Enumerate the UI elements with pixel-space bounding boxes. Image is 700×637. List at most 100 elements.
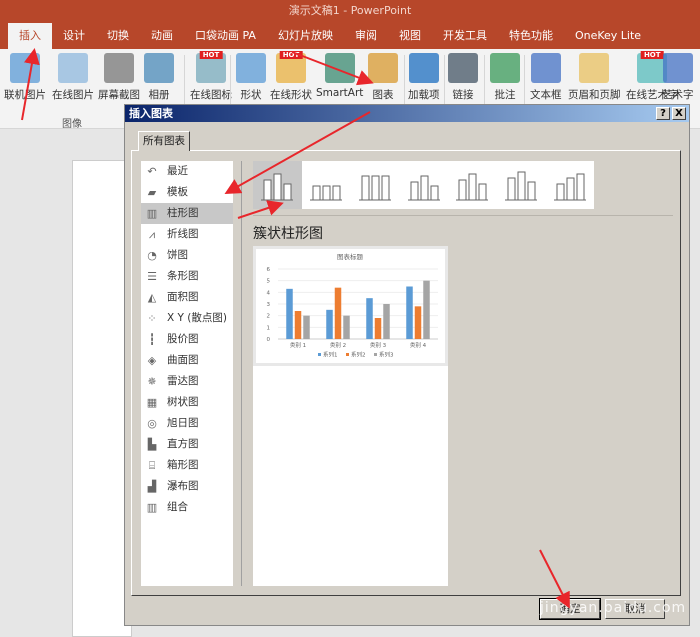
chart-category-label: 股价图 [167, 333, 199, 345]
chart-category-icon: ▙ [147, 437, 157, 451]
chart-category-item[interactable]: ⁘ X Y (散点图) [141, 308, 233, 329]
chart-subtype-option[interactable] [448, 161, 497, 209]
tab-7[interactable]: 视图 [388, 23, 432, 49]
tab-3[interactable]: 动画 [140, 23, 184, 49]
album-button[interactable]: 相册 [144, 53, 174, 102]
online-picture-button[interactable]: 联机图片 [4, 53, 46, 102]
tab-6[interactable]: 审阅 [344, 23, 388, 49]
chart-category-icon: ▥ [146, 500, 158, 514]
ribbon-tabs: 插入 设计 切换 动画 口袋动画 PA 幻灯片放映 审阅 视图 开发工具 特色功能 OneKey L… [0, 22, 700, 49]
chart-category-label: X Y (散点图) [167, 312, 227, 324]
button-label: 屏幕截图 [98, 89, 140, 101]
bar-系列2-类别 3 [374, 318, 382, 339]
chart-icon [368, 53, 398, 83]
chart-category-icon: ▦ [146, 395, 158, 409]
chart-subtype-option[interactable] [302, 161, 351, 209]
chart-subtype-option[interactable] [350, 161, 399, 209]
chart-category-item[interactable]: ✵ 雷达图 [141, 371, 233, 392]
help-button[interactable]: ? [656, 107, 670, 120]
chart-subtype-option[interactable] [545, 161, 594, 209]
chart-title: 图表标题 [337, 252, 364, 261]
chart-category-item[interactable]: ▥ 组合 [141, 497, 233, 518]
bar-系列1-类别 2 [326, 309, 333, 339]
tab-10[interactable]: OneKey Lite [564, 23, 652, 49]
column-chart-icon [261, 173, 294, 201]
button-label: 在线图标 [190, 89, 232, 101]
chart-category-item[interactable]: ▟ 瀑布图 [141, 476, 233, 497]
tab-1[interactable]: 设计 [52, 23, 96, 49]
chart-subtype-option[interactable] [497, 161, 546, 209]
dialog-title: 插入图表 [129, 107, 173, 120]
header-footer-button[interactable]: 页眉和页脚 [568, 53, 621, 102]
legend-label: 系列2 [351, 351, 366, 359]
link-button[interactable]: 链接 [448, 53, 478, 102]
button-label: 在线形状 [270, 89, 312, 101]
chart-category-item[interactable]: ☰ 条形图 [141, 266, 233, 287]
bar-系列2-类别 4 [414, 306, 422, 339]
comment-button[interactable]: 批注 [490, 53, 520, 102]
tab-4[interactable]: 口袋动画 PA [184, 23, 267, 49]
chart-category-icon: ▰ [147, 185, 157, 199]
smartart-button[interactable]: SmartArt [316, 53, 363, 99]
chart-category-label: 雷达图 [167, 375, 199, 387]
chart-category-icon: ⌸ [148, 458, 156, 472]
chart-preview[interactable]: 图表标题 0 1 2 3 4 5 6 类别 1 类别 2 类别 3 类别 4 系列1 系列2 系列3 [253, 246, 448, 366]
close-button[interactable]: X [672, 107, 686, 120]
tab-9[interactable]: 特色功能 [498, 23, 564, 49]
tab-2[interactable]: 切换 [96, 23, 140, 49]
slide-thumbnail[interactable] [72, 160, 132, 637]
textbox-icon [530, 53, 561, 83]
chart-category-item[interactable]: ┇ 股价图 [141, 329, 233, 350]
chart-category-item[interactable]: ⩘ 折线图 [141, 224, 233, 245]
chart-category-icon: ◈ [147, 353, 157, 367]
online-button[interactable]: HOT 在线图标 [190, 51, 232, 102]
tab-0[interactable]: 插入 [8, 23, 52, 49]
chart-category-item[interactable]: ▦ 树状图 [141, 392, 233, 413]
shapes-icon [236, 53, 266, 83]
chart-category-item[interactable]: ▰ 模板 [141, 182, 233, 203]
chart-subtype-option[interactable] [253, 161, 302, 209]
textbox-button[interactable]: 文本框 [530, 53, 562, 102]
chart-category-item[interactable]: ⌸ 箱形图 [141, 455, 233, 476]
bar-系列1-类别 1 [286, 288, 293, 339]
y-tick-label: 2 [267, 314, 271, 320]
comment-icon [490, 53, 520, 83]
y-tick-label: 1 [267, 325, 271, 331]
chart-category-item[interactable]: ◔ 饼图 [141, 245, 233, 266]
tab-all-charts[interactable]: 所有图表 [138, 131, 190, 151]
column-chart-icon [456, 173, 489, 201]
shapes-button[interactable]: 形状 [236, 53, 266, 102]
chart-button[interactable]: 图表 [368, 53, 398, 102]
legend-swatch [346, 353, 349, 356]
x-tick-label: 类别 4 [410, 341, 427, 349]
button-label: 图表 [372, 89, 394, 101]
x-tick-label: 类别 1 [290, 341, 306, 349]
chart-category-icon: ▟ [147, 479, 157, 493]
chart-category-icon: ↶ [147, 164, 157, 178]
chart-category-item[interactable]: ◈ 曲面图 [141, 350, 233, 371]
wordart-button[interactable]: 艺术字 [662, 53, 694, 102]
chart-category-label: 瀑布图 [167, 480, 199, 492]
chart-category-item[interactable]: ↶ 最近 [141, 161, 233, 182]
tab-5[interactable]: 幻灯片放映 [267, 23, 344, 49]
chart-category-item[interactable]: ◎ 旭日图 [141, 413, 233, 434]
chart-category-icon: ⁘ [147, 311, 157, 325]
chart-category-item[interactable]: ▥ 柱形图 [141, 203, 233, 224]
hot-badge: HOT [640, 51, 664, 59]
y-tick-label: 6 [267, 267, 271, 273]
cloud-picture-button[interactable]: 在线图片 [52, 53, 94, 102]
button-label: 文本框 [530, 89, 562, 101]
chart-category-item[interactable]: ◭ 面积图 [141, 287, 233, 308]
chart-subtype-option[interactable] [399, 161, 448, 209]
screenshot-button[interactable]: 屏幕截图 [98, 53, 140, 102]
chart-category-label: 曲面图 [167, 354, 199, 366]
chart-category-list[interactable]: ↶ 最近 ▰ 模板 ▥ 柱形图 ⩘ 折线图 ◔ 饼图 ☰ 条形图 ◭ 面积图 ⁘ X Y (散点图) ┇ 股价图 ◈… [141, 161, 233, 586]
online-shapes-button[interactable]: HOT 在线形状 [270, 51, 312, 102]
legend-swatch [374, 353, 377, 356]
chart-subtype-strip [253, 161, 594, 209]
column-chart-icon [504, 171, 537, 201]
chart-category-item[interactable]: ▙ 直方图 [141, 434, 233, 455]
addin-button[interactable]: 加载项 [408, 53, 440, 102]
tab-8[interactable]: 开发工具 [432, 23, 498, 49]
chart-category-icon: ◭ [147, 290, 157, 304]
